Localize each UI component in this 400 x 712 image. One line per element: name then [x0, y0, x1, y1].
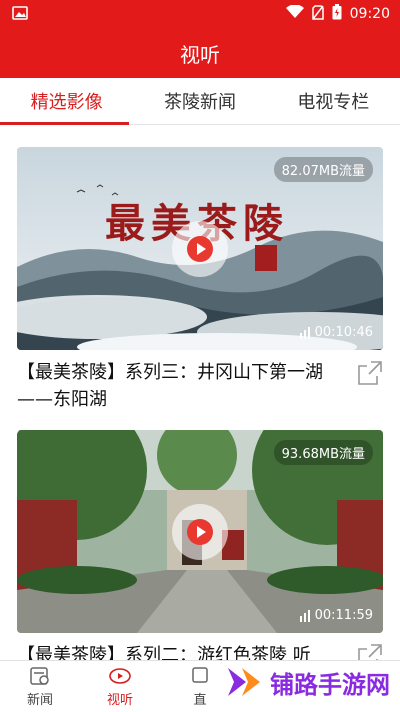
video-title[interactable]: 【最美茶陵】系列二：游红色茶陵 听: [17, 642, 347, 660]
app-bar: 视听: [0, 28, 400, 78]
video-duration: 00:11:59: [299, 608, 373, 623]
category-tabs: 精选影像 茶陵新闻 电视专栏: [0, 78, 400, 125]
signal-bars-icon: [299, 609, 310, 622]
live-icon: [192, 666, 208, 683]
video-thumbnail[interactable]: 最美茶陵 82.07MB流量 00:10:46: [17, 147, 383, 350]
watermark-logo-icon: [228, 668, 260, 696]
share-icon[interactable]: [357, 643, 383, 660]
video-feed[interactable]: 最美茶陵 82.07MB流量 00:10:46 【最美茶陵】系列三：井冈山下第一…: [0, 124, 400, 660]
video-thumbnail[interactable]: 93.68MB流量 00:11:59: [17, 430, 383, 633]
news-icon: [30, 666, 49, 685]
media-icon: [109, 667, 131, 684]
no-sim-icon: [311, 4, 324, 24]
status-time: 09:20: [349, 6, 390, 22]
data-size-badge: 82.07MB流量: [273, 157, 373, 182]
video-title[interactable]: 【最美茶陵】系列三：井冈山下第一湖——东阳湖: [17, 359, 347, 413]
tab-featured-videos[interactable]: 精选影像: [0, 78, 133, 125]
signal-bars-icon: [299, 326, 310, 339]
tab-tv-column[interactable]: 电视专栏: [267, 78, 400, 124]
battery-icon: [332, 4, 342, 24]
data-size-badge: 93.68MB流量: [273, 440, 373, 465]
play-icon: [187, 519, 213, 545]
tab-chaling-news[interactable]: 茶陵新闻: [133, 78, 266, 124]
share-icon[interactable]: [357, 360, 383, 386]
nav-item-news[interactable]: 新闻: [0, 661, 80, 712]
play-icon: [187, 236, 213, 262]
wifi-icon: [285, 4, 304, 23]
page-title: 视听: [180, 42, 220, 67]
status-bar: 09:20: [0, 0, 400, 28]
gallery-notification-icon: [12, 5, 28, 24]
site-watermark: 铺路手游网: [224, 664, 390, 700]
play-button[interactable]: [172, 221, 228, 277]
nav-item-media[interactable]: 视听: [80, 661, 160, 712]
video-duration: 00:10:46: [299, 325, 373, 340]
play-button[interactable]: [172, 504, 228, 560]
